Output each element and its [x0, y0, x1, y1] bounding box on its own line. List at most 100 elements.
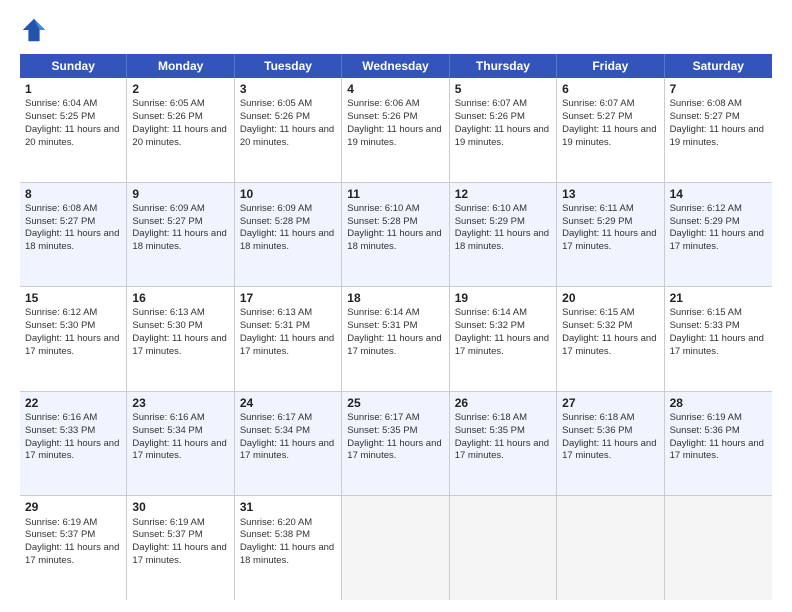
sunrise-label: Sunrise: 6:19 AM	[25, 517, 97, 528]
sunset-label: Sunset: 5:26 PM	[347, 111, 417, 122]
calendar-cell-w2-d2: 17 Sunrise: 6:13 AM Sunset: 5:31 PM Dayl…	[235, 287, 342, 391]
day-number: 25	[347, 395, 443, 411]
sunrise-label: Sunrise: 6:18 AM	[562, 412, 634, 423]
sunset-label: Sunset: 5:35 PM	[347, 425, 417, 436]
day-number: 9	[132, 186, 228, 202]
header-day-monday: Monday	[127, 54, 234, 78]
sunset-label: Sunset: 5:36 PM	[670, 425, 740, 436]
calendar-body: 1 Sunrise: 6:04 AM Sunset: 5:25 PM Dayli…	[20, 78, 772, 600]
daylight-label: Daylight: 11 hours and 17 minutes.	[670, 333, 764, 357]
day-number: 29	[25, 499, 121, 515]
calendar-row-2: 15 Sunrise: 6:12 AM Sunset: 5:30 PM Dayl…	[20, 287, 772, 392]
day-number: 20	[562, 290, 658, 306]
sunrise-label: Sunrise: 6:17 AM	[347, 412, 419, 423]
daylight-label: Daylight: 11 hours and 18 minutes.	[240, 228, 334, 252]
sunset-label: Sunset: 5:31 PM	[347, 320, 417, 331]
calendar-cell-w3-d3: 25 Sunrise: 6:17 AM Sunset: 5:35 PM Dayl…	[342, 392, 449, 496]
daylight-label: Daylight: 11 hours and 18 minutes.	[455, 228, 549, 252]
logo	[20, 16, 52, 44]
daylight-label: Daylight: 11 hours and 18 minutes.	[25, 228, 119, 252]
calendar-cell-w3-d5: 27 Sunrise: 6:18 AM Sunset: 5:36 PM Dayl…	[557, 392, 664, 496]
sunset-label: Sunset: 5:27 PM	[670, 111, 740, 122]
sunrise-label: Sunrise: 6:05 AM	[240, 98, 312, 109]
sunrise-label: Sunrise: 6:19 AM	[132, 517, 204, 528]
calendar-cell-w2-d6: 21 Sunrise: 6:15 AM Sunset: 5:33 PM Dayl…	[665, 287, 772, 391]
day-number: 2	[132, 81, 228, 97]
logo-icon	[20, 16, 48, 44]
sunset-label: Sunset: 5:37 PM	[132, 529, 202, 540]
sunset-label: Sunset: 5:27 PM	[132, 216, 202, 227]
calendar-row-4: 29 Sunrise: 6:19 AM Sunset: 5:37 PM Dayl…	[20, 496, 772, 600]
daylight-label: Daylight: 11 hours and 20 minutes.	[25, 124, 119, 148]
sunrise-label: Sunrise: 6:06 AM	[347, 98, 419, 109]
sunrise-label: Sunrise: 6:13 AM	[240, 307, 312, 318]
sunset-label: Sunset: 5:34 PM	[240, 425, 310, 436]
calendar-cell-w1-d6: 14 Sunrise: 6:12 AM Sunset: 5:29 PM Dayl…	[665, 183, 772, 287]
sunrise-label: Sunrise: 6:14 AM	[455, 307, 527, 318]
daylight-label: Daylight: 11 hours and 19 minutes.	[670, 124, 764, 148]
sunset-label: Sunset: 5:26 PM	[455, 111, 525, 122]
sunrise-label: Sunrise: 6:13 AM	[132, 307, 204, 318]
calendar-row-3: 22 Sunrise: 6:16 AM Sunset: 5:33 PM Dayl…	[20, 392, 772, 497]
sunset-label: Sunset: 5:29 PM	[455, 216, 525, 227]
day-number: 28	[670, 395, 767, 411]
calendar-cell-w2-d4: 19 Sunrise: 6:14 AM Sunset: 5:32 PM Dayl…	[450, 287, 557, 391]
calendar-cell-w1-d5: 13 Sunrise: 6:11 AM Sunset: 5:29 PM Dayl…	[557, 183, 664, 287]
daylight-label: Daylight: 11 hours and 18 minutes.	[240, 542, 334, 566]
sunrise-label: Sunrise: 6:12 AM	[670, 203, 742, 214]
calendar-cell-w1-d3: 11 Sunrise: 6:10 AM Sunset: 5:28 PM Dayl…	[342, 183, 449, 287]
calendar-cell-w0-d4: 5 Sunrise: 6:07 AM Sunset: 5:26 PM Dayli…	[450, 78, 557, 182]
calendar-cell-w1-d4: 12 Sunrise: 6:10 AM Sunset: 5:29 PM Dayl…	[450, 183, 557, 287]
calendar-row-1: 8 Sunrise: 6:08 AM Sunset: 5:27 PM Dayli…	[20, 183, 772, 288]
calendar-cell-w4-d2: 31 Sunrise: 6:20 AM Sunset: 5:38 PM Dayl…	[235, 496, 342, 600]
daylight-label: Daylight: 11 hours and 17 minutes.	[132, 333, 226, 357]
day-number: 5	[455, 81, 551, 97]
sunset-label: Sunset: 5:32 PM	[455, 320, 525, 331]
day-number: 4	[347, 81, 443, 97]
calendar-cell-w4-d6	[665, 496, 772, 600]
day-number: 19	[455, 290, 551, 306]
header-day-friday: Friday	[557, 54, 664, 78]
day-number: 15	[25, 290, 121, 306]
sunset-label: Sunset: 5:31 PM	[240, 320, 310, 331]
sunrise-label: Sunrise: 6:10 AM	[455, 203, 527, 214]
daylight-label: Daylight: 11 hours and 19 minutes.	[347, 124, 441, 148]
daylight-label: Daylight: 11 hours and 18 minutes.	[132, 228, 226, 252]
sunrise-label: Sunrise: 6:20 AM	[240, 517, 312, 528]
sunset-label: Sunset: 5:34 PM	[132, 425, 202, 436]
sunrise-label: Sunrise: 6:14 AM	[347, 307, 419, 318]
header-day-wednesday: Wednesday	[342, 54, 449, 78]
calendar-cell-w4-d1: 30 Sunrise: 6:19 AM Sunset: 5:37 PM Dayl…	[127, 496, 234, 600]
sunset-label: Sunset: 5:30 PM	[25, 320, 95, 331]
calendar-cell-w2-d5: 20 Sunrise: 6:15 AM Sunset: 5:32 PM Dayl…	[557, 287, 664, 391]
sunset-label: Sunset: 5:32 PM	[562, 320, 632, 331]
day-number: 8	[25, 186, 121, 202]
day-number: 12	[455, 186, 551, 202]
sunset-label: Sunset: 5:27 PM	[25, 216, 95, 227]
daylight-label: Daylight: 11 hours and 17 minutes.	[347, 333, 441, 357]
day-number: 6	[562, 81, 658, 97]
daylight-label: Daylight: 11 hours and 17 minutes.	[25, 542, 119, 566]
sunrise-label: Sunrise: 6:19 AM	[670, 412, 742, 423]
day-number: 7	[670, 81, 767, 97]
calendar-cell-w4-d5	[557, 496, 664, 600]
sunrise-label: Sunrise: 6:07 AM	[562, 98, 634, 109]
calendar-cell-w0-d3: 4 Sunrise: 6:06 AM Sunset: 5:26 PM Dayli…	[342, 78, 449, 182]
day-number: 21	[670, 290, 767, 306]
day-number: 26	[455, 395, 551, 411]
calendar-cell-w0-d1: 2 Sunrise: 6:05 AM Sunset: 5:26 PM Dayli…	[127, 78, 234, 182]
sunset-label: Sunset: 5:27 PM	[562, 111, 632, 122]
sunset-label: Sunset: 5:28 PM	[347, 216, 417, 227]
sunset-label: Sunset: 5:26 PM	[132, 111, 202, 122]
sunset-label: Sunset: 5:26 PM	[240, 111, 310, 122]
daylight-label: Daylight: 11 hours and 17 minutes.	[670, 228, 764, 252]
calendar-cell-w4-d0: 29 Sunrise: 6:19 AM Sunset: 5:37 PM Dayl…	[20, 496, 127, 600]
calendar-header: SundayMondayTuesdayWednesdayThursdayFrid…	[20, 54, 772, 78]
day-number: 1	[25, 81, 121, 97]
daylight-label: Daylight: 11 hours and 18 minutes.	[347, 228, 441, 252]
calendar-cell-w1-d0: 8 Sunrise: 6:08 AM Sunset: 5:27 PM Dayli…	[20, 183, 127, 287]
header-day-thursday: Thursday	[450, 54, 557, 78]
day-number: 24	[240, 395, 336, 411]
sunrise-label: Sunrise: 6:12 AM	[25, 307, 97, 318]
sunrise-label: Sunrise: 6:16 AM	[25, 412, 97, 423]
